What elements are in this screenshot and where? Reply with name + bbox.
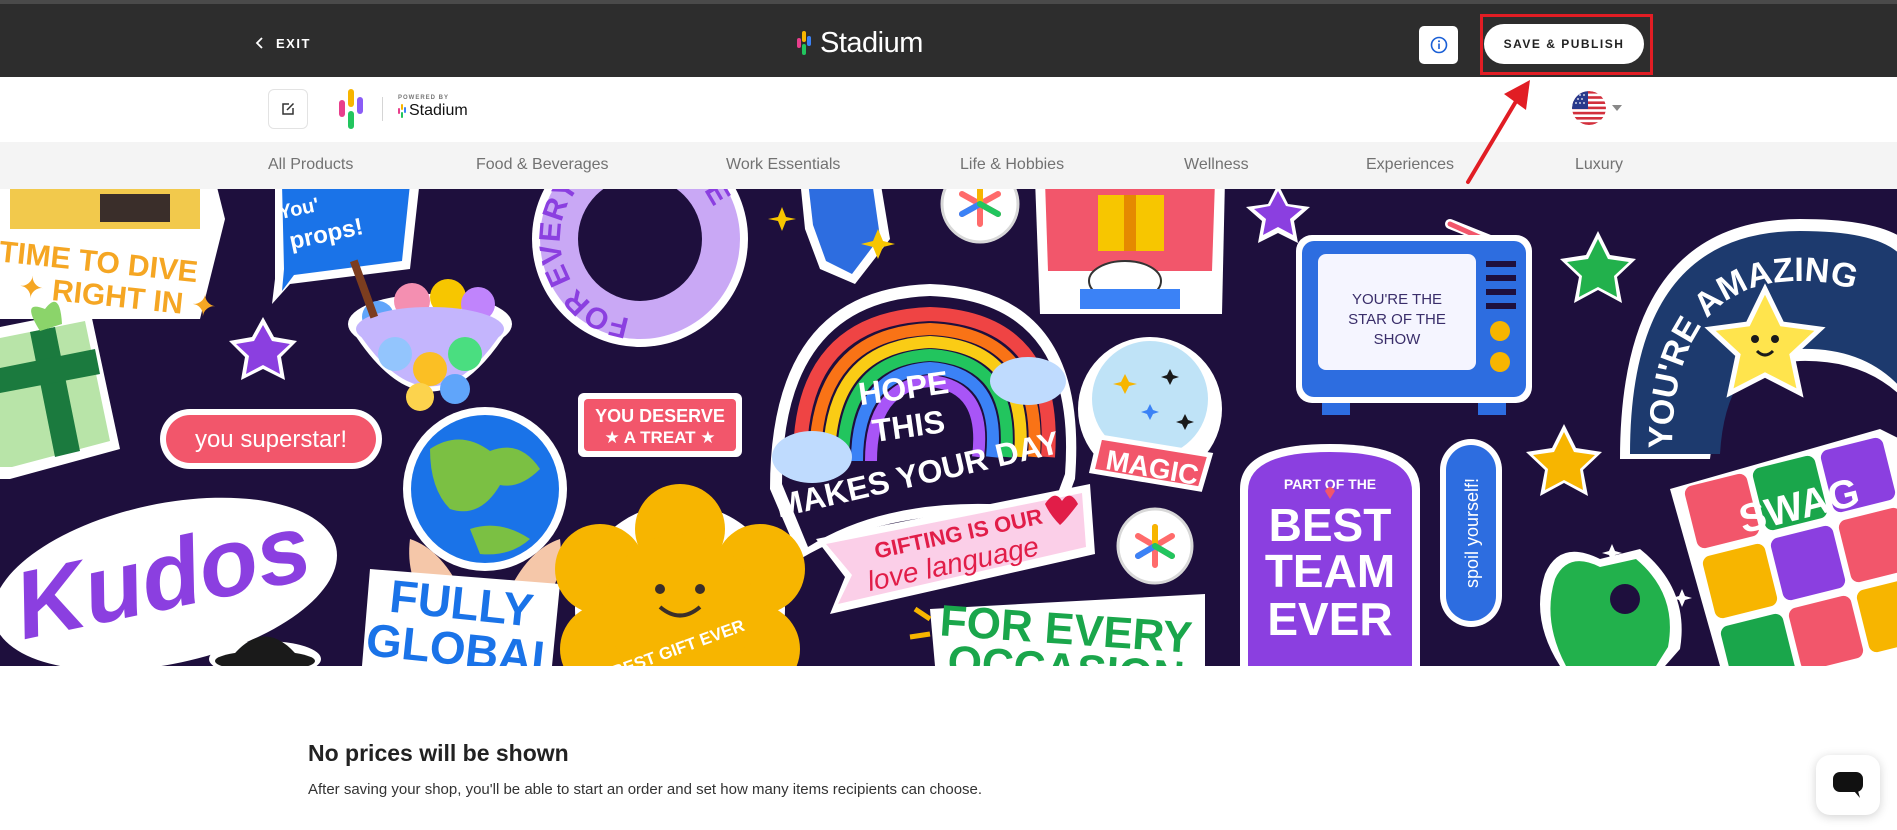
- annotation-arrow-icon: [1466, 80, 1530, 184]
- chevron-left-icon: [255, 37, 263, 49]
- category-nav: All Products Food & Beverages Work Essen…: [0, 142, 1897, 189]
- language-selector[interactable]: [1572, 91, 1622, 125]
- sticker-gift-box: [0, 301, 120, 479]
- sticker-collage: TIME TO DIVE ✦ RIGHT IN ✦ You' props! FO…: [0, 189, 1897, 666]
- chat-button[interactable]: [1816, 755, 1880, 815]
- star-show-line2: STAR OF THE: [1348, 311, 1446, 328]
- sticker-best-gift-flower: BEST GIFT EVER: [555, 484, 805, 666]
- exit-button[interactable]: EXIT: [254, 32, 311, 54]
- notice-text: After saving your shop, you'll be able t…: [308, 781, 983, 798]
- editor-topbar: EXIT Stadium SAVE & PUBLISH: [0, 0, 1897, 77]
- stadium-small-logo-icon: [398, 104, 406, 118]
- you-deserve-line2: ★ A TREAT ★: [604, 428, 715, 447]
- logo-divider: [382, 97, 383, 121]
- hero-banner: TIME TO DIVE ✦ RIGHT IN ✦ You' props! FO…: [0, 189, 1897, 666]
- save-publish-button[interactable]: SAVE & PUBLISH: [1484, 24, 1644, 64]
- us-flag-icon: [1572, 91, 1606, 125]
- sticker-globe-fully-global: FULLY GLOBAL: [362, 407, 567, 666]
- category-experiences[interactable]: Experiences: [1366, 156, 1454, 174]
- sticker-kudos: Kudos: [0, 493, 337, 666]
- store-header: POWERED BY Stadium: [0, 77, 1897, 142]
- ever-text: EVER: [1267, 593, 1392, 645]
- sticker-time-to-dive: TIME TO DIVE ✦ RIGHT IN ✦: [0, 189, 225, 324]
- exit-label: EXIT: [276, 35, 311, 51]
- edit-icon: [282, 102, 295, 115]
- sticker-props-bubble: You' props!: [272, 189, 419, 304]
- category-wellness[interactable]: Wellness: [1184, 156, 1249, 174]
- you-deserve-line1: YOU DESERVE: [595, 406, 725, 426]
- category-life-hobbies[interactable]: Life & Hobbies: [960, 156, 1064, 174]
- sticker-youre-amazing: YOU'RE AMAZING: [1620, 219, 1897, 459]
- info-button[interactable]: [1419, 26, 1458, 64]
- powered-name: Stadium: [409, 102, 468, 119]
- sticker-best-team-ever: PART OF THE BEST TEAM EVER: [1240, 444, 1420, 666]
- sticker-ok-hand: [1540, 544, 1692, 666]
- sticker-for-every-occasion: FOR EVERY OCCASION: [909, 594, 1205, 666]
- sticker-you-deserve-treat: YOU DESERVE ★ A TREAT ★: [578, 393, 742, 457]
- stadium-logo-icon: [797, 31, 811, 55]
- category-food-beverages[interactable]: Food & Beverages: [476, 156, 609, 174]
- powered-by-stadium: POWERED BY Stadium: [398, 95, 468, 120]
- team-text: TEAM: [1265, 545, 1395, 597]
- category-work-essentials[interactable]: Work Essentials: [726, 156, 840, 174]
- sticker-swag-tiles: SWAG: [1670, 429, 1897, 666]
- sticker-gift-hands: [1035, 189, 1225, 314]
- page: EXIT Stadium SAVE & PUBLISH POWERED BY S…: [0, 0, 1897, 830]
- star-show-line1: YOU'RE THE: [1352, 291, 1442, 308]
- powered-by-label: POWERED BY: [398, 95, 450, 101]
- sticker-star-of-the-show-tv: YOU'RE THE STAR OF THE SHOW: [1296, 219, 1532, 415]
- stadium-brand: Stadium: [796, 26, 923, 60]
- sticker-stadium-badge-top: [940, 189, 1020, 244]
- sticker-spoil-yourself: spoil yourself!: [1440, 439, 1502, 627]
- caret-down-icon: [1612, 105, 1622, 111]
- notice-title: No prices will be shown: [308, 740, 569, 766]
- store-logo-icon: [339, 89, 363, 129]
- category-all-products[interactable]: All Products: [268, 156, 353, 174]
- sticker-everyone-ring: FOR EVERYONE SOME: [532, 189, 748, 347]
- star-show-line3: SHOW: [1374, 331, 1422, 348]
- edit-logo-button[interactable]: [268, 89, 308, 129]
- category-luxury[interactable]: Luxury: [1575, 156, 1623, 174]
- sticker-stadium-badge-bottom: [1116, 507, 1194, 585]
- you-superstar-text: you superstar!: [195, 426, 347, 453]
- brand-name: Stadium: [820, 26, 923, 59]
- chat-bubble-icon: [1833, 772, 1863, 798]
- best-text: BEST: [1269, 499, 1392, 551]
- sticker-blue-hand: [768, 189, 895, 284]
- sticker-you-superstar: you superstar!: [160, 409, 382, 469]
- sticker-emoji-bowl: [348, 259, 512, 411]
- sticker-magic-globe: MAGIC: [1078, 337, 1222, 492]
- spoil-yourself-text: spoil yourself!: [1462, 478, 1482, 588]
- info-icon: [1430, 36, 1447, 54]
